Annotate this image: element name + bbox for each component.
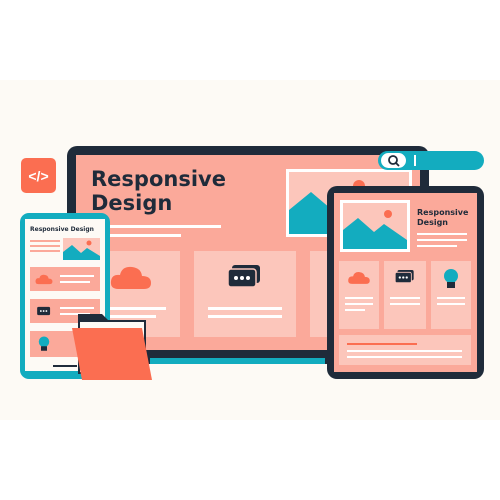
- lightbulb-icon: [444, 269, 458, 288]
- footer-line: [347, 343, 417, 345]
- search-bar[interactable]: [378, 151, 484, 170]
- footer-line: [347, 350, 462, 352]
- card-line: [208, 315, 282, 318]
- tablet-card-bulb[interactable]: [431, 261, 471, 329]
- image-icon: [343, 203, 407, 249]
- tablet-card-chat[interactable]: [384, 261, 426, 329]
- tablet-title: Responsive Design: [417, 208, 468, 228]
- folder-icon: [72, 314, 152, 380]
- chat-icon: [228, 265, 260, 288]
- lightbulb-icon: [38, 336, 50, 351]
- image-icon: [63, 240, 100, 260]
- chat-icon: [395, 270, 414, 284]
- tablet-card-cloud[interactable]: [339, 261, 379, 329]
- phone-line: [30, 240, 60, 242]
- laptop-title-underline: [91, 225, 221, 228]
- phone-title: Responsive Design: [30, 226, 94, 233]
- tablet-title-line2: Design: [417, 218, 448, 227]
- laptop-title-line2: Design: [91, 191, 173, 215]
- phone-hero-image: [63, 238, 100, 260]
- cloud-icon: [348, 272, 370, 284]
- cloud-icon: [35, 274, 53, 285]
- phone-card-cloud[interactable]: [30, 267, 100, 291]
- card-line: [390, 297, 420, 299]
- card-line: [60, 281, 90, 283]
- card-line: [345, 303, 373, 305]
- tablet-line: [417, 239, 467, 241]
- laptop-stand: [150, 358, 325, 364]
- card-line: [345, 309, 365, 311]
- phone-line: [30, 250, 60, 252]
- search-icon: [388, 155, 400, 167]
- phone-line: [30, 245, 60, 247]
- card-line: [345, 297, 373, 299]
- search-cursor: [414, 155, 416, 166]
- laptop-title-line1: Responsive: [91, 167, 226, 191]
- tablet-display: Responsive Design: [334, 193, 477, 372]
- card-line: [60, 307, 94, 309]
- card-line: [437, 297, 465, 299]
- code-badge: </>: [21, 158, 56, 193]
- search-button[interactable]: [381, 153, 406, 168]
- card-line: [437, 303, 465, 305]
- code-icon: </>: [28, 167, 49, 184]
- footer-line: [347, 356, 462, 358]
- tablet-hero-image: [340, 200, 410, 252]
- laptop-title: Responsive Design: [91, 167, 226, 215]
- card-line: [208, 307, 282, 310]
- card-line: [60, 275, 94, 277]
- cloud-icon: [110, 266, 151, 289]
- card-line: [106, 307, 166, 310]
- laptop-card-chat[interactable]: [194, 251, 296, 337]
- tablet-title-line1: Responsive: [417, 208, 469, 217]
- tablet-line: [417, 233, 467, 235]
- card-line: [390, 303, 420, 305]
- chat-icon: [37, 306, 51, 316]
- tablet-footer-card: [339, 335, 471, 365]
- tablet-line: [417, 245, 457, 247]
